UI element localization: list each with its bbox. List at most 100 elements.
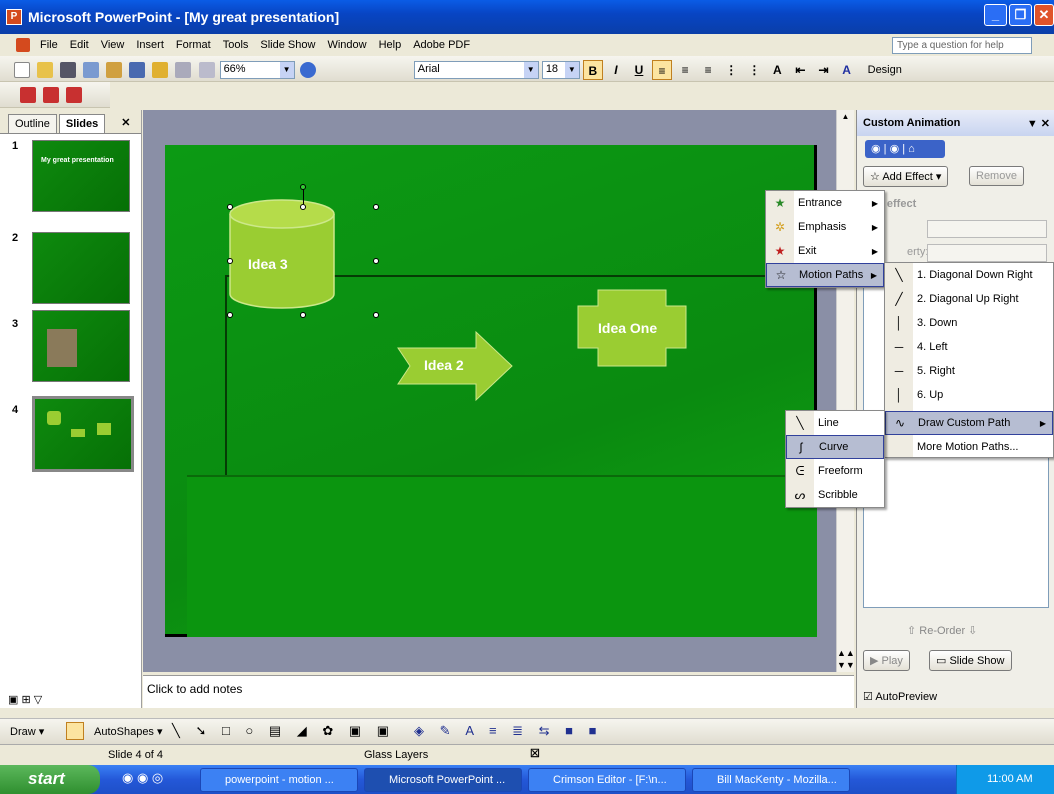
align-left-button[interactable]: ≡ [652, 60, 673, 80]
insert-table-icon[interactable] [175, 62, 192, 78]
menu-format[interactable]: Format [176, 39, 211, 51]
align-center-button[interactable]: ≡ [675, 60, 695, 80]
powerpoint-app-icon[interactable]: P [6, 9, 22, 25]
new-icon[interactable] [14, 62, 30, 78]
selection-handle[interactable] [300, 312, 306, 318]
shape-tools[interactable]: ╲ ➘ □ ○ ▤ ◢ ✿ ▣ ▣ [172, 723, 395, 739]
insert-chart-icon[interactable] [152, 62, 169, 78]
align-right-button[interactable]: ≡ [698, 60, 718, 80]
decrease-indent-button[interactable]: ⇤ [790, 60, 810, 80]
close-button[interactable]: ✕ [1034, 4, 1054, 26]
autopreview-checkbox[interactable]: ☑ AutoPreview [863, 690, 937, 703]
selection-handle[interactable] [373, 312, 379, 318]
menu-item-freeform[interactable]: ᕮ Freeform [786, 459, 884, 483]
help-search-input[interactable]: Type a question for help [892, 37, 1032, 54]
menu-adobe-pdf[interactable]: Adobe PDF [413, 39, 470, 51]
font-select[interactable]: Arial ▼ [413, 61, 539, 79]
tab-outline[interactable]: Outline [8, 114, 57, 133]
copy-icon[interactable] [83, 62, 100, 78]
underline-button[interactable]: U [629, 60, 649, 80]
menu-item-scribble[interactable]: ᔕ Scribble [786, 483, 884, 507]
font-color-button[interactable]: A [837, 60, 857, 80]
taskbar-item-crimson-editor[interactable]: Crimson Editor - [F:\n... [528, 768, 686, 792]
draw-menu[interactable]: Draw ▾ [10, 725, 44, 738]
increase-indent-button[interactable]: ⇥ [814, 60, 834, 80]
selection-handle[interactable] [373, 204, 379, 210]
selection-handle[interactable] [227, 204, 233, 210]
play-button[interactable]: ▶ Play [863, 650, 910, 671]
menu-item-more-motion-paths[interactable]: More Motion Paths... [885, 435, 1053, 459]
selection-handle[interactable] [373, 258, 379, 264]
menu-item-entrance[interactable]: ★ Entrance ▶ [766, 191, 884, 215]
menu-insert[interactable]: Insert [136, 39, 164, 51]
menu-item-line[interactable]: ╲ Line [786, 411, 884, 435]
font-size-select[interactable]: 18 ▼ [541, 61, 580, 79]
increase-font-button[interactable]: A [767, 60, 787, 80]
selection-handle[interactable] [300, 204, 306, 210]
menu-item-exit[interactable]: ★ Exit ▶ [766, 239, 884, 263]
pdf-review-icon[interactable] [66, 87, 83, 103]
minimize-button[interactable]: _ [984, 4, 1007, 26]
menu-item-diagonal-up-right[interactable]: ╱ 2. Diagonal Up Right [885, 287, 1053, 311]
menu-view[interactable]: View [101, 39, 125, 51]
remove-button[interactable]: Remove [969, 166, 1024, 186]
slide-thumbnail-4[interactable] [32, 396, 134, 472]
add-effect-button[interactable]: ☆ Add Effect ▾ [863, 166, 949, 187]
design-button[interactable]: Design [868, 64, 902, 76]
numbering-button[interactable]: ⋮ [721, 60, 741, 80]
selection-handle[interactable] [227, 312, 233, 318]
menu-item-diagonal-down-right[interactable]: ╲ 1. Diagonal Down Right [885, 263, 1053, 287]
pdf-email-icon[interactable] [43, 87, 60, 103]
taskbar-item-powerpoint-motion[interactable]: powerpoint - motion ... [200, 768, 358, 792]
close-panel-icon[interactable]: ✕ [121, 116, 130, 133]
paste-icon[interactable] [106, 62, 123, 78]
tab-slides[interactable]: Slides [58, 114, 106, 133]
menu-item-left[interactable]: ─ 4. Left [885, 335, 1053, 359]
scroll-up-icon[interactable]: ▲ [837, 112, 854, 121]
cylinder-shape[interactable] [222, 190, 342, 318]
menu-item-up[interactable]: │ 6. Up [885, 383, 1053, 407]
property-select[interactable] [927, 244, 1047, 262]
pane-navigation[interactable]: ◉ | ◉ | ⌂ [865, 140, 945, 158]
view-buttons[interactable]: ▣ ⊞ ▽ [8, 693, 42, 706]
help-icon[interactable] [299, 62, 316, 78]
rotate-handle[interactable] [300, 184, 306, 190]
prev-slide-icon[interactable]: ▲▲ [837, 648, 855, 658]
menu-file[interactable]: File [40, 39, 58, 51]
slide-thumbnail-1[interactable]: My great presentation [32, 140, 130, 212]
menu-item-emphasis[interactable]: ✲ Emphasis ▶ [766, 215, 884, 239]
italic-button[interactable]: I [606, 60, 626, 80]
zoom-select[interactable]: 66% ▼ [219, 61, 295, 79]
undo-icon[interactable] [129, 62, 146, 78]
slide-thumbnail-3[interactable] [32, 310, 130, 382]
select-pointer-icon[interactable] [66, 722, 84, 740]
grid-icon[interactable] [198, 62, 215, 78]
maximize-button[interactable]: ❐ [1009, 4, 1032, 26]
open-icon[interactable] [37, 62, 54, 78]
notes-pane[interactable]: Click to add notes [143, 675, 854, 708]
menu-item-down[interactable]: │ 3. Down [885, 311, 1053, 335]
menu-item-draw-custom-path[interactable]: ∿ Draw Custom Path ▶ [885, 411, 1053, 435]
bullets-button[interactable]: ⋮ [744, 60, 764, 80]
print-icon[interactable] [60, 62, 77, 78]
start-button[interactable]: start [0, 765, 100, 794]
autoshapes-menu[interactable]: AutoShapes ▾ [94, 725, 163, 738]
slide-thumbnail-2[interactable] [32, 232, 130, 304]
next-slide-icon[interactable]: ▼▼ [837, 660, 855, 670]
menu-slide-show[interactable]: Slide Show [260, 39, 315, 51]
menu-item-right[interactable]: ─ 5. Right [885, 359, 1053, 383]
menu-help[interactable]: Help [379, 39, 402, 51]
selection-handle[interactable] [227, 258, 233, 264]
document-icon[interactable] [16, 38, 30, 52]
menu-item-curve[interactable]: ʃ Curve [786, 435, 884, 459]
menu-edit[interactable]: Edit [70, 39, 89, 51]
start-select[interactable] [927, 220, 1047, 238]
menu-window[interactable]: Window [327, 39, 366, 51]
bold-button[interactable]: B [582, 60, 603, 80]
taskbar-item-microsoft-powerpoint[interactable]: Microsoft PowerPoint ... [364, 768, 522, 792]
taskbar-item-mozilla[interactable]: Bill MacKenty - Mozilla... [692, 768, 850, 792]
menu-item-motion-paths[interactable]: ☆ Motion Paths ▶ [766, 263, 884, 287]
pdf-icon[interactable] [20, 87, 36, 103]
menu-tools[interactable]: Tools [223, 39, 249, 51]
slide-show-button[interactable]: ▭ Slide Show [929, 650, 1012, 671]
